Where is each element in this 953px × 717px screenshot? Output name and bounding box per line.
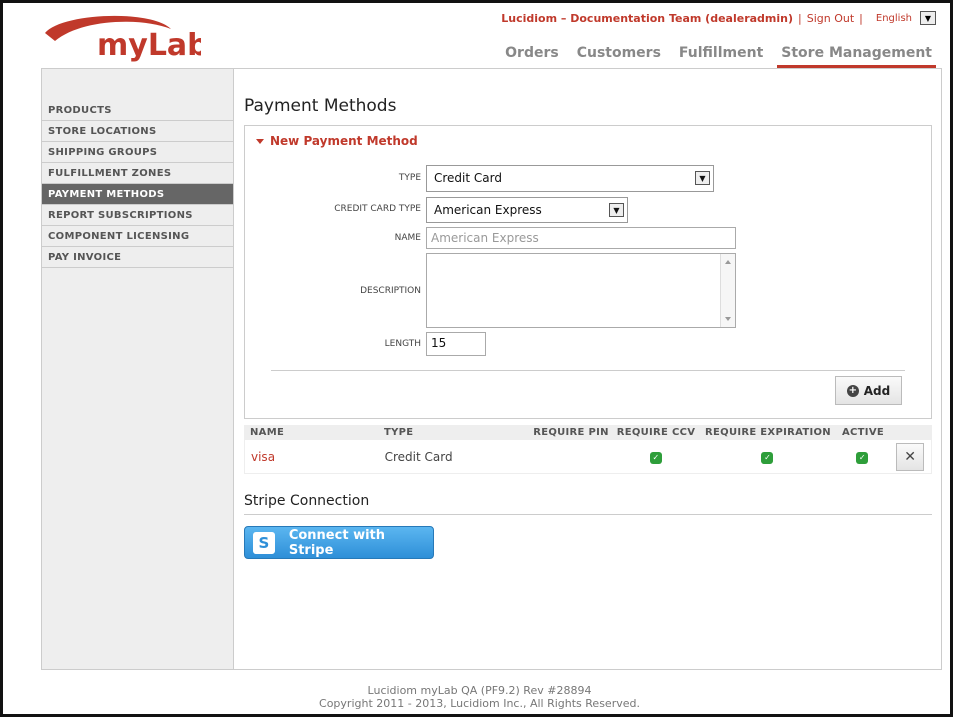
length-input[interactable]: 15	[426, 332, 486, 356]
scroll-down-icon[interactable]	[725, 317, 731, 321]
sidebar-item-component-licensing[interactable]: COMPONENT LICENSING	[42, 226, 233, 247]
stripe-logo-icon: S	[253, 531, 275, 554]
row-active: ✓	[837, 449, 887, 464]
scroll-up-icon[interactable]	[725, 260, 731, 264]
name-label: NAME	[394, 233, 421, 243]
footer-copyright: Copyright 2011 - 2013, Lucidiom Inc., Al…	[319, 697, 640, 710]
nav-fulfillment[interactable]: Fulfillment	[675, 43, 767, 68]
sidebar: PRODUCTS STORE LOCATIONS SHIPPING GROUPS…	[42, 69, 234, 669]
row-require-ccv: ✓	[614, 449, 698, 464]
check-icon: ✓	[856, 452, 869, 464]
add-button-label: Add	[863, 383, 891, 398]
table-header: NAME TYPE REQUIRE PIN REQUIRE CCV REQUIR…	[244, 425, 932, 440]
sidebar-item-report-subscriptions[interactable]: REPORT SUBSCRIPTIONS	[42, 205, 233, 226]
chevron-down-icon[interactable]: ▼	[609, 203, 624, 217]
separator: |	[798, 11, 802, 25]
header-require-expiration[interactable]: REQUIRE EXPIRATION	[698, 425, 838, 440]
connect-stripe-button[interactable]: S Connect with Stripe	[244, 526, 434, 559]
sidebar-item-fulfillment-zones[interactable]: FULFILLMENT ZONES	[42, 163, 233, 184]
divider	[244, 514, 932, 515]
sidebar-item-shipping-groups[interactable]: SHIPPING GROUPS	[42, 142, 233, 163]
plus-icon: +	[846, 384, 859, 397]
length-label: LENGTH	[384, 339, 421, 349]
credit-card-type-select[interactable]: American Express ▼	[426, 197, 628, 223]
close-icon: ✕	[904, 448, 916, 465]
row-type: Credit Card	[384, 449, 453, 464]
stripe-section-title: Stripe Connection	[244, 493, 370, 509]
team-label: Lucidiom – Documentation Team (dealeradm…	[501, 11, 794, 25]
language-select[interactable]: English	[876, 13, 912, 24]
footer-version: Lucidiom myLab QA (PF9.2) Rev #28894	[367, 684, 592, 697]
payment-methods-table: NAME TYPE REQUIRE PIN REQUIRE CCV REQUIR…	[244, 425, 932, 474]
description-label: DESCRIPTION	[360, 286, 421, 296]
header-require-pin[interactable]: REQUIRE PIN	[528, 425, 614, 440]
name-input[interactable]: American Express	[426, 227, 736, 249]
check-icon: ✓	[649, 452, 662, 464]
row-require-expiration: ✓	[698, 449, 838, 464]
type-select[interactable]: Credit Card ▼	[426, 165, 714, 192]
header-actions	[888, 425, 932, 440]
separator: |	[859, 11, 863, 25]
delete-button[interactable]: ✕	[896, 442, 925, 471]
panel-title: New Payment Method	[270, 134, 418, 148]
logo-text: myLab	[97, 28, 201, 63]
header-name[interactable]: NAME	[244, 425, 378, 440]
footer: Lucidiom myLab QA (PF9.2) Rev #28894 Cop…	[3, 684, 950, 710]
chevron-down-icon[interactable]: ▼	[920, 11, 936, 25]
sidebar-item-store-locations[interactable]: STORE LOCATIONS	[42, 121, 233, 142]
credit-card-type-label: CREDIT CARD TYPE	[334, 204, 421, 214]
add-button[interactable]: + Add	[835, 376, 902, 405]
row-name-link[interactable]: visa	[245, 450, 379, 464]
nav-orders[interactable]: Orders	[501, 43, 563, 68]
textarea-scrollbar[interactable]	[720, 254, 735, 327]
page-title: Payment Methods	[244, 96, 397, 116]
header-type[interactable]: TYPE	[378, 425, 528, 440]
nav-customers[interactable]: Customers	[573, 43, 665, 68]
sidebar-item-payment-methods[interactable]: PAYMENT METHODS	[42, 184, 233, 205]
sidebar-item-pay-invoice[interactable]: PAY INVOICE	[42, 247, 233, 268]
main-nav: Orders Customers Fulfillment Store Manag…	[491, 43, 936, 68]
mylab-logo[interactable]: myLab	[41, 11, 209, 67]
description-textarea[interactable]	[426, 253, 736, 328]
app-window: myLab Lucidiom – Documentation Team (dea…	[0, 0, 953, 717]
connect-stripe-label: Connect with Stripe	[288, 527, 386, 558]
type-select-value: Credit Card	[434, 171, 502, 185]
type-label: TYPE	[398, 173, 421, 183]
user-bar: Lucidiom – Documentation Team (dealeradm…	[501, 11, 936, 25]
panel-toggle[interactable]: New Payment Method	[256, 134, 418, 148]
caret-down-icon	[256, 138, 264, 144]
header-require-ccv[interactable]: REQUIRE CCV	[614, 425, 698, 440]
table-row: visa Credit Card ✓ ✓ ✓ ✕	[244, 440, 932, 474]
content-area: PRODUCTS STORE LOCATIONS SHIPPING GROUPS…	[41, 68, 942, 670]
logo-swoosh-icon: myLab	[45, 15, 209, 63]
sidebar-item-products[interactable]: PRODUCTS	[42, 100, 233, 121]
check-icon: ✓	[761, 452, 774, 464]
credit-card-type-value: American Express	[434, 203, 542, 217]
divider	[271, 370, 905, 371]
nav-store-management[interactable]: Store Management	[777, 43, 936, 68]
main-panel: Payment Methods New Payment Method TYPE …	[244, 69, 934, 669]
chevron-down-icon[interactable]: ▼	[695, 171, 710, 185]
new-payment-method-panel: New Payment Method TYPE Credit Card ▼ CR…	[244, 125, 932, 419]
sign-out-link[interactable]: Sign Out	[807, 12, 854, 25]
header-active[interactable]: ACTIVE	[838, 425, 888, 440]
